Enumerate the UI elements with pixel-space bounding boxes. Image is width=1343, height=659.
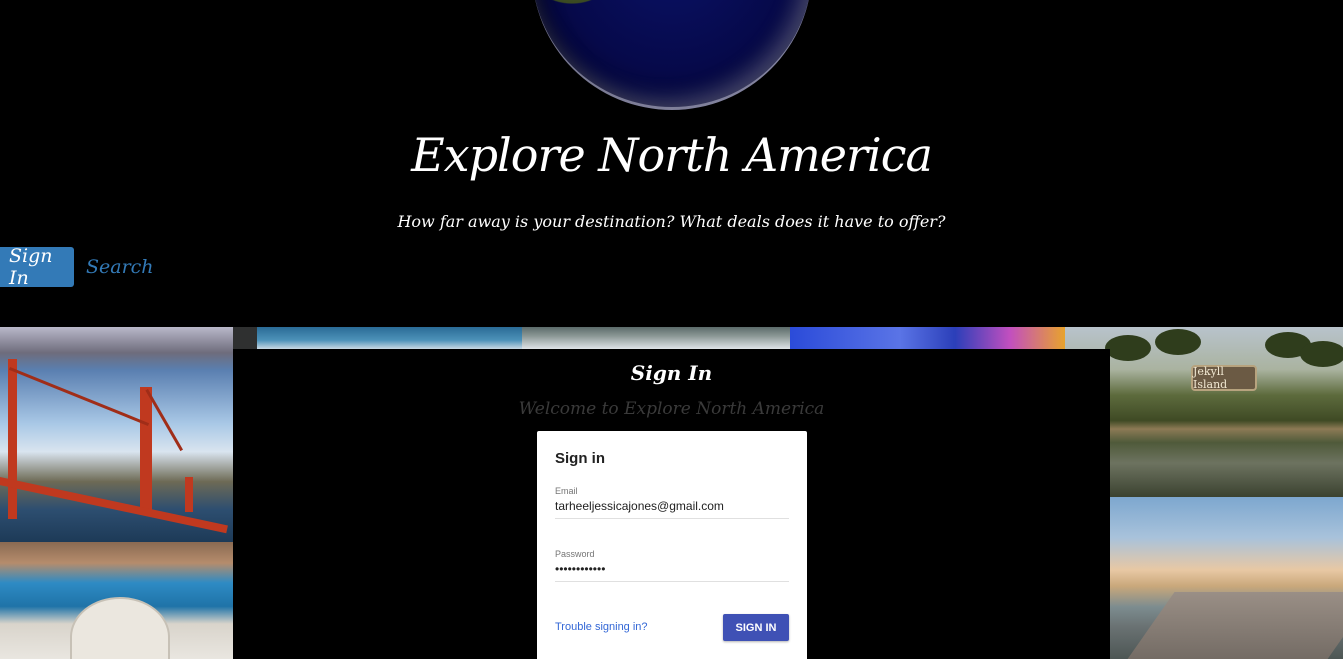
email-field: Email	[555, 486, 789, 519]
sign-in-button[interactable]: SIGN IN	[723, 614, 789, 641]
page-subtitle: How far away is your destination? What d…	[397, 212, 946, 231]
colorful-photo	[790, 327, 1065, 349]
card-title: Sign in	[555, 450, 605, 467]
email-label: Email	[555, 486, 578, 496]
signin-card: Sign in Email Password Trouble signing i…	[537, 431, 807, 659]
nav-search-tab[interactable]: Search	[74, 247, 163, 287]
page-title: Explore North America	[411, 128, 933, 182]
welcome-message: Welcome to Explore North America	[518, 399, 825, 419]
waterfront-photo	[1110, 497, 1343, 659]
nav-signin-tab[interactable]: Sign In	[0, 245, 74, 289]
hoover-dam-photo	[0, 542, 233, 659]
city-photo	[522, 327, 790, 349]
jekyll-island-sign: Jekyll Island	[1191, 365, 1257, 391]
panel-title: Sign In	[630, 361, 713, 385]
collage-photo-edge	[233, 327, 257, 349]
password-field: Password	[555, 549, 789, 582]
password-label: Password	[555, 549, 595, 559]
trouble-signing-in-link[interactable]: Trouble signing in?	[555, 621, 648, 633]
globe-image	[532, 0, 812, 110]
coast-photo	[257, 327, 522, 349]
golden-gate-bridge-photo	[0, 327, 233, 542]
main-nav: Sign In Search	[0, 245, 163, 289]
password-input[interactable]	[555, 559, 789, 582]
email-input[interactable]	[555, 496, 789, 519]
